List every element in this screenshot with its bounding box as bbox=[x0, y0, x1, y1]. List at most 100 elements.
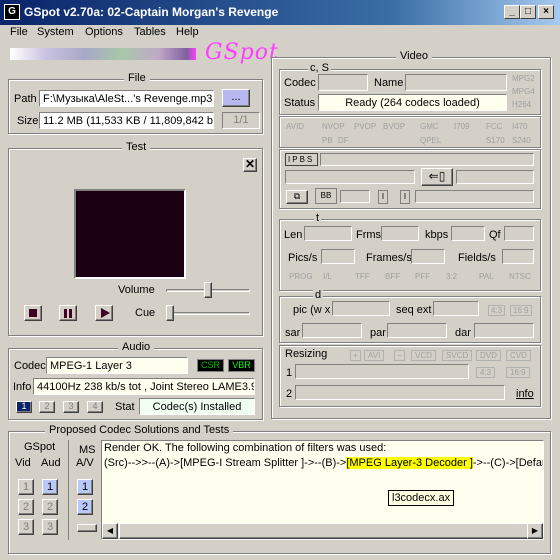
resize-ar-169-button[interactable]: 16:9 bbox=[506, 367, 530, 378]
stat-label: Stat bbox=[115, 401, 135, 413]
resize-ar-43-button[interactable]: 4:3 bbox=[476, 367, 496, 378]
flag-bff: BFF bbox=[385, 272, 401, 281]
maximize-button[interactable]: □ bbox=[520, 5, 536, 19]
cs-label: c, S bbox=[308, 62, 331, 74]
video-codec-label: Codec bbox=[284, 77, 316, 89]
flag-s170: S170 bbox=[486, 136, 505, 145]
video-codec-field bbox=[318, 74, 368, 91]
menu-system[interactable]: System bbox=[37, 26, 74, 38]
d-label: d bbox=[313, 289, 324, 301]
stop-icon bbox=[29, 309, 37, 317]
ms-2[interactable]: 2 bbox=[77, 499, 93, 515]
ar-43-button[interactable]: 4:3 bbox=[488, 305, 506, 316]
volume-slider-thumb[interactable] bbox=[204, 282, 212, 298]
ms-1[interactable]: 1 bbox=[77, 479, 93, 495]
play-icon bbox=[101, 308, 110, 318]
close-test-icon[interactable]: ✕ bbox=[243, 158, 257, 172]
flag-prog: PROG bbox=[289, 272, 313, 281]
resize-svcd-button[interactable]: SVCD bbox=[442, 350, 473, 361]
audio-track-4[interactable]: 4 bbox=[87, 401, 103, 413]
close-button[interactable]: × bbox=[538, 5, 554, 19]
filter-chain-end[interactable]: ->--(C)->[Default Dir bbox=[473, 457, 543, 469]
qf-label: Qf bbox=[489, 229, 501, 241]
flag-tff: TFF bbox=[355, 272, 370, 281]
flag-pal: PAL bbox=[479, 272, 494, 281]
horizontal-scrollbar[interactable]: ◀ ▶ bbox=[102, 523, 543, 539]
gspot-aud-1[interactable]: 1 bbox=[42, 479, 58, 495]
cue-track bbox=[166, 312, 250, 315]
audio-track-2[interactable]: 2 bbox=[39, 401, 55, 413]
app-icon[interactable]: G bbox=[4, 4, 20, 20]
gspot-vid-1[interactable]: 1 bbox=[18, 479, 34, 495]
flag-ntsc: NTSC bbox=[509, 272, 531, 281]
ms-extra-button[interactable] bbox=[77, 524, 97, 532]
menu-options[interactable]: Options bbox=[85, 26, 123, 38]
dar-label: dar bbox=[455, 327, 471, 339]
frame-seek-icon[interactable]: ⇐▯ bbox=[421, 168, 453, 186]
gspot-aud-3[interactable]: 3 bbox=[42, 519, 58, 535]
h264-flag: H264 bbox=[512, 100, 532, 109]
resize-cvd-button[interactable]: CVD bbox=[506, 350, 531, 361]
size-label: Size bbox=[17, 115, 39, 127]
info-link[interactable]: info bbox=[516, 388, 534, 400]
frame-progress-2 bbox=[456, 170, 534, 184]
av-label: A/V bbox=[76, 457, 94, 469]
gspot-vid-3[interactable]: 3 bbox=[18, 519, 34, 535]
audio-track-3[interactable]: 3 bbox=[63, 401, 79, 413]
stat-field: Codec(s) Installed bbox=[139, 398, 255, 415]
menu-help[interactable]: Help bbox=[176, 26, 199, 38]
resizing-label: Resizing bbox=[285, 348, 328, 360]
ms-label: MS bbox=[79, 444, 96, 456]
video-name-label: Name bbox=[374, 77, 404, 89]
t-label: t bbox=[314, 212, 322, 224]
frame-bb-field bbox=[340, 190, 370, 203]
stop-button[interactable] bbox=[24, 305, 42, 321]
scroll-right-icon[interactable]: ▶ bbox=[527, 523, 543, 539]
scroll-thumb[interactable] bbox=[119, 523, 529, 539]
aud-label: Aud bbox=[41, 457, 61, 469]
fields-label: Fields/s bbox=[458, 252, 496, 264]
gspot-aud-2[interactable]: 2 bbox=[42, 499, 58, 515]
resize-row-1-label: 1 bbox=[286, 367, 293, 379]
par-label: par bbox=[370, 327, 386, 339]
play-button[interactable] bbox=[95, 305, 113, 321]
pause-button[interactable] bbox=[59, 305, 77, 321]
filter-chain-highlight[interactable]: [MPEG Layer-3 Decoder ] bbox=[346, 457, 473, 469]
window-title: GSpot v2.70a: 02-Captain Morgan's Reveng… bbox=[24, 5, 279, 19]
path-field[interactable]: F:\Музыка\AleSt...'s Revenge.mp3 bbox=[39, 90, 214, 107]
gspot-logo: GSpot bbox=[205, 40, 279, 65]
csr-indicator: CSR bbox=[197, 359, 224, 372]
frame-copy-icon[interactable]: ⧉ bbox=[286, 190, 308, 204]
file-group-title: File bbox=[124, 72, 150, 84]
menu-tables[interactable]: Tables bbox=[134, 26, 166, 38]
len-field bbox=[304, 226, 352, 241]
menu-file[interactable]: File bbox=[10, 26, 28, 38]
frame-i-indicator-2: I bbox=[400, 190, 410, 204]
seqext-field bbox=[433, 301, 479, 316]
resize-plus-button[interactable]: + bbox=[350, 350, 361, 361]
volume-label: Volume bbox=[118, 284, 155, 296]
video-name-field bbox=[405, 74, 507, 91]
resize-minus-button[interactable]: − bbox=[394, 350, 405, 361]
cue-slider-thumb[interactable] bbox=[166, 305, 174, 321]
scroll-left-icon[interactable]: ◀ bbox=[102, 523, 118, 539]
browse-button[interactable]: ... bbox=[222, 89, 250, 107]
pic-field bbox=[332, 301, 390, 316]
flag-nvop: NVOP bbox=[322, 122, 345, 131]
filter-chain-start[interactable]: (Src)-->>--(A)->[MPEG-I Stream Splitter … bbox=[104, 457, 346, 469]
ar-169-button[interactable]: 16:9 bbox=[510, 305, 532, 316]
resize-avi-button[interactable]: AVI bbox=[364, 350, 385, 361]
dar-field bbox=[474, 323, 534, 338]
resize-vcd-button[interactable]: VCD bbox=[411, 350, 436, 361]
par-field bbox=[387, 323, 447, 338]
proposed-divider bbox=[68, 440, 69, 540]
kbps-label: kbps bbox=[425, 229, 449, 241]
audio-track-1[interactable]: 1 bbox=[16, 401, 32, 413]
filter-chain: (Src)-->>--(A)->[MPEG-I Stream Splitter … bbox=[104, 457, 543, 469]
ipbs-indicator: IPBS bbox=[285, 153, 318, 166]
frames-field bbox=[411, 249, 445, 264]
audio-codec-label: Codec bbox=[14, 360, 46, 372]
minimize-button[interactable]: _ bbox=[504, 5, 520, 19]
gspot-vid-2[interactable]: 2 bbox=[18, 499, 34, 515]
resize-dvd-button[interactable]: DVD bbox=[476, 350, 501, 361]
